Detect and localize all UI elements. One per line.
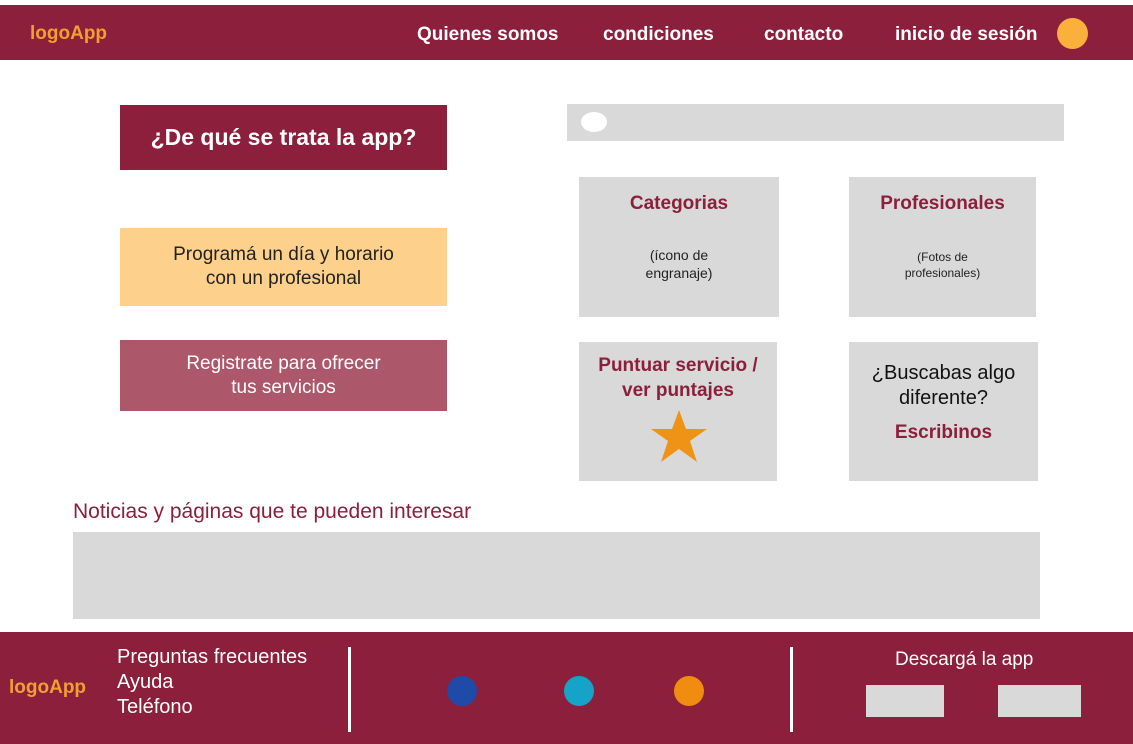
play-store-badge[interactable] (998, 685, 1081, 717)
about-app-title: ¿De qué se trata la app? (120, 105, 447, 170)
tile-categorias-title: Categorias (629, 193, 729, 214)
tile-buscabas-text: ¿Buscabas algo diferente? (849, 361, 1038, 411)
app-store-badge[interactable] (866, 685, 944, 717)
nav-inicio-sesion[interactable]: inicio de sesión (895, 24, 1038, 46)
tile-puntuar-line-1: Puntuar servicio / (598, 355, 758, 376)
download-app-label: Descargá la app (895, 649, 1034, 670)
register-line-1: Registrate para ofrecer (186, 352, 381, 374)
nav-contacto[interactable]: contacto (764, 24, 843, 46)
tile-categorias-sub-2: engranaje) (645, 265, 713, 281)
tile-profesionales-sub-1: (Fotos de (917, 250, 968, 264)
register-button[interactable]: Registrate para ofrecer tus servicios (120, 340, 447, 411)
tile-categorias[interactable]: Categorias (ícono de engranaje) (579, 177, 779, 317)
social-icon-1[interactable] (447, 676, 477, 706)
footer-link-ayuda[interactable]: Ayuda (117, 670, 307, 695)
tile-categorias-sub: (ícono de engranaje) (579, 246, 779, 282)
tile-profesionales-sub-2: profesionales) (904, 266, 981, 280)
tile-puntuar[interactable]: Puntuar servicio / ver puntajes (579, 342, 777, 481)
footer-divider-left (348, 647, 351, 732)
tile-buscabas-line-2: diferente? (899, 387, 988, 409)
user-avatar-icon[interactable] (1057, 18, 1088, 49)
schedule-line-2: con un profesional (205, 268, 362, 289)
tile-puntuar-line-2: ver puntajes (622, 380, 734, 401)
news-heading: Noticias y páginas que te pueden interes… (73, 500, 472, 523)
footer-link-faq[interactable]: Preguntas frecuentes (117, 645, 307, 670)
star-icon (651, 410, 707, 462)
about-app-title-text: ¿De qué se trata la app? (150, 124, 417, 150)
footer-divider-right (790, 647, 793, 732)
header-logo[interactable]: logoApp (30, 23, 107, 45)
tile-buscabas-line-1: ¿Buscabas algo (871, 362, 1016, 384)
register-line-2: tus servicios (231, 376, 336, 398)
footer-logo[interactable]: logoApp (9, 677, 86, 699)
social-icon-3[interactable] (674, 676, 704, 706)
schedule-block[interactable]: Programá un día y horario con un profesi… (120, 228, 447, 306)
news-panel[interactable] (73, 532, 1040, 619)
search-bar[interactable] (567, 104, 1064, 141)
tile-categorias-sub-1: (ícono de (649, 247, 709, 263)
footer-links: Preguntas frecuentes Ayuda Teléfono (117, 645, 307, 720)
tile-profesionales-sub: (Fotos de profesionales) (849, 249, 1036, 281)
footer-link-telefono[interactable]: Teléfono (117, 695, 307, 720)
nav-quienes-somos[interactable]: Quienes somos (417, 24, 559, 46)
schedule-line-1: Programá un día y horario (173, 244, 394, 265)
contact-link[interactable]: Escribinos (849, 422, 1038, 444)
tile-buscabas[interactable]: ¿Buscabas algo diferente? Escribinos (849, 342, 1038, 481)
search-toggle-icon[interactable] (581, 112, 607, 132)
nav-condiciones[interactable]: condiciones (603, 24, 714, 46)
tile-profesionales-title: Profesionales (880, 193, 1005, 214)
social-icon-2[interactable] (564, 676, 594, 706)
tile-profesionales[interactable]: Profesionales (Fotos de profesionales) (849, 177, 1036, 317)
tile-puntuar-title: Puntuar servicio / ver puntajes (579, 353, 777, 403)
